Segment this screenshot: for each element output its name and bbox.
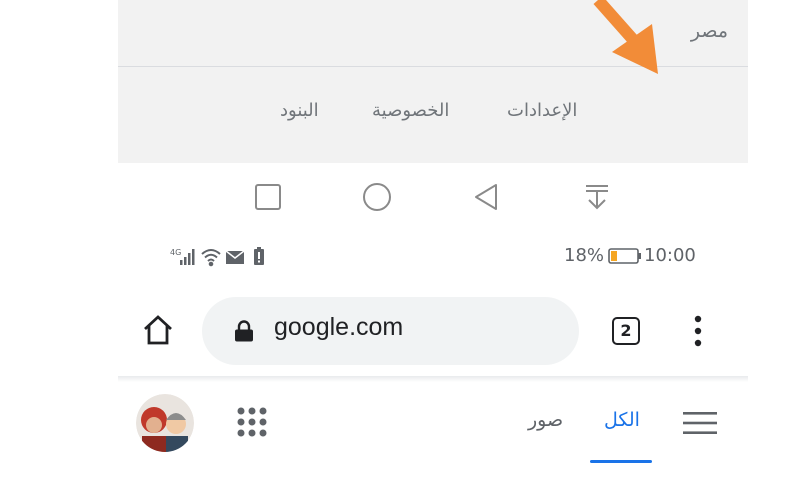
network-type-label: 4G [170,248,181,257]
tab-all[interactable]: الكل [604,409,640,431]
battery-alert-icon [254,247,264,265]
url-text: google.com [274,313,404,341]
phone-screen: مصر الإعدادات الخصوصية البنود 4G 18% 10:… [118,0,748,500]
hamburger-menu-icon[interactable] [683,410,717,436]
back-triangle-icon[interactable] [470,181,502,213]
active-tab-indicator [590,460,652,463]
battery-low-icon [608,248,641,264]
privacy-link[interactable]: الخصوصية [372,100,449,121]
wifi-icon [201,249,221,267]
avatar[interactable] [136,394,194,452]
recents-square-icon[interactable] [252,181,284,213]
address-bar[interactable]: google.com [202,297,579,365]
battery-percent: 18% [564,245,605,266]
annotation-arrow-icon [593,0,658,74]
browser-toolbar: google.com 2 [118,288,748,376]
country-label: مصر [690,20,728,42]
tab-switcher-button[interactable]: 2 [612,317,640,345]
google-header: صور الكل [118,382,748,500]
android-nav-bar [118,163,748,231]
notification-pull-icon[interactable] [581,181,613,213]
tab-images[interactable]: صور [528,409,563,431]
footer-links-bar: الإعدادات الخصوصية البنود [118,67,748,163]
status-icons-group: 4G [170,247,264,267]
home-icon[interactable] [140,312,176,348]
mail-icon [225,250,245,264]
status-bar: 4G 18% 10:00 [118,236,748,276]
home-circle-icon[interactable] [361,181,393,213]
clock-time: 10:00 [644,245,696,266]
terms-link[interactable]: البنود [280,100,319,121]
signal-bars-icon [180,249,195,265]
apps-grid-icon[interactable] [236,406,268,438]
more-vert-icon[interactable] [692,314,704,348]
settings-link[interactable]: الإعدادات [507,100,577,121]
lock-icon [235,320,253,342]
